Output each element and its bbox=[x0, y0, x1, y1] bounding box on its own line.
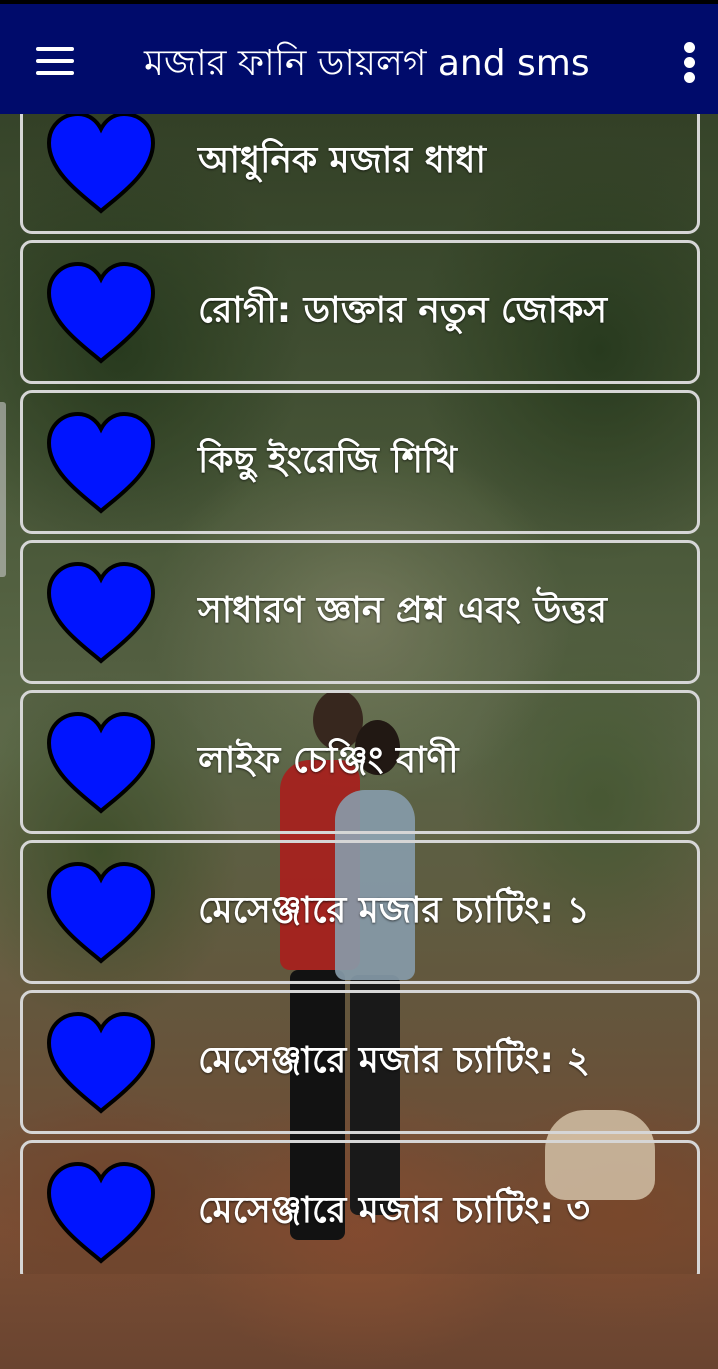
list-item-label: সাধারণ জ্ঞান প্রশ্ন এবং উত্তর bbox=[198, 590, 607, 631]
list-item-label: মেসেঞ্জারে মজার চ্যাটিং: ২ bbox=[198, 1040, 590, 1081]
list-item-label: লাইফ চেঞ্জিং বাণী bbox=[198, 740, 459, 781]
app-bar: মজার ফানি ডায়লগ and sms bbox=[0, 0, 718, 114]
more-vertical-icon[interactable] bbox=[676, 40, 704, 88]
list-item[interactable]: সাধারণ জ্ঞান প্রশ্ন এবং উত্তর bbox=[20, 540, 700, 684]
menu-list[interactable]: আধুনিক মজার ধাধা রোগী: ডাক্তার নতুন জোকস ক… bbox=[0, 114, 718, 1274]
heart-icon bbox=[46, 261, 156, 364]
app-title: মজার ফানি ডায়লগ and sms bbox=[144, 43, 590, 84]
list-item[interactable]: মেসেঞ্জারে মজার চ্যাটিং: ২ bbox=[20, 990, 700, 1134]
list-item-label: রোগী: ডাক্তার নতুন জোকস bbox=[198, 290, 608, 331]
heart-icon bbox=[46, 861, 156, 964]
scrollbar[interactable] bbox=[0, 402, 6, 577]
heart-icon bbox=[46, 1011, 156, 1114]
heart-icon bbox=[46, 711, 156, 814]
heart-icon bbox=[46, 1161, 156, 1264]
list-item-label: আধুনিক মজার ধাধা bbox=[198, 140, 486, 181]
list-item[interactable]: রোগী: ডাক্তার নতুন জোকস bbox=[20, 240, 700, 384]
list-item-label: মেসেঞ্জারে মজার চ্যাটিং: ১ bbox=[198, 890, 590, 931]
heart-icon bbox=[46, 411, 156, 514]
list-item[interactable]: কিছু ইংরেজি শিখি bbox=[20, 390, 700, 534]
list-item[interactable]: মেসেঞ্জারে মজার চ্যাটিং: ১ bbox=[20, 840, 700, 984]
list-item-label: কিছু ইংরেজি শিখি bbox=[198, 440, 457, 481]
heart-icon bbox=[46, 114, 156, 214]
hamburger-menu-icon[interactable] bbox=[36, 44, 76, 78]
heart-icon bbox=[46, 561, 156, 664]
list-item[interactable]: মেসেঞ্জারে মজার চ্যাটিং: ৩ bbox=[20, 1140, 700, 1274]
list-item[interactable]: লাইফ চেঞ্জিং বাণী bbox=[20, 690, 700, 834]
list-item-label: মেসেঞ্জারে মজার চ্যাটিং: ৩ bbox=[198, 1190, 590, 1231]
list-item[interactable]: আধুনিক মজার ধাধা bbox=[20, 114, 700, 234]
